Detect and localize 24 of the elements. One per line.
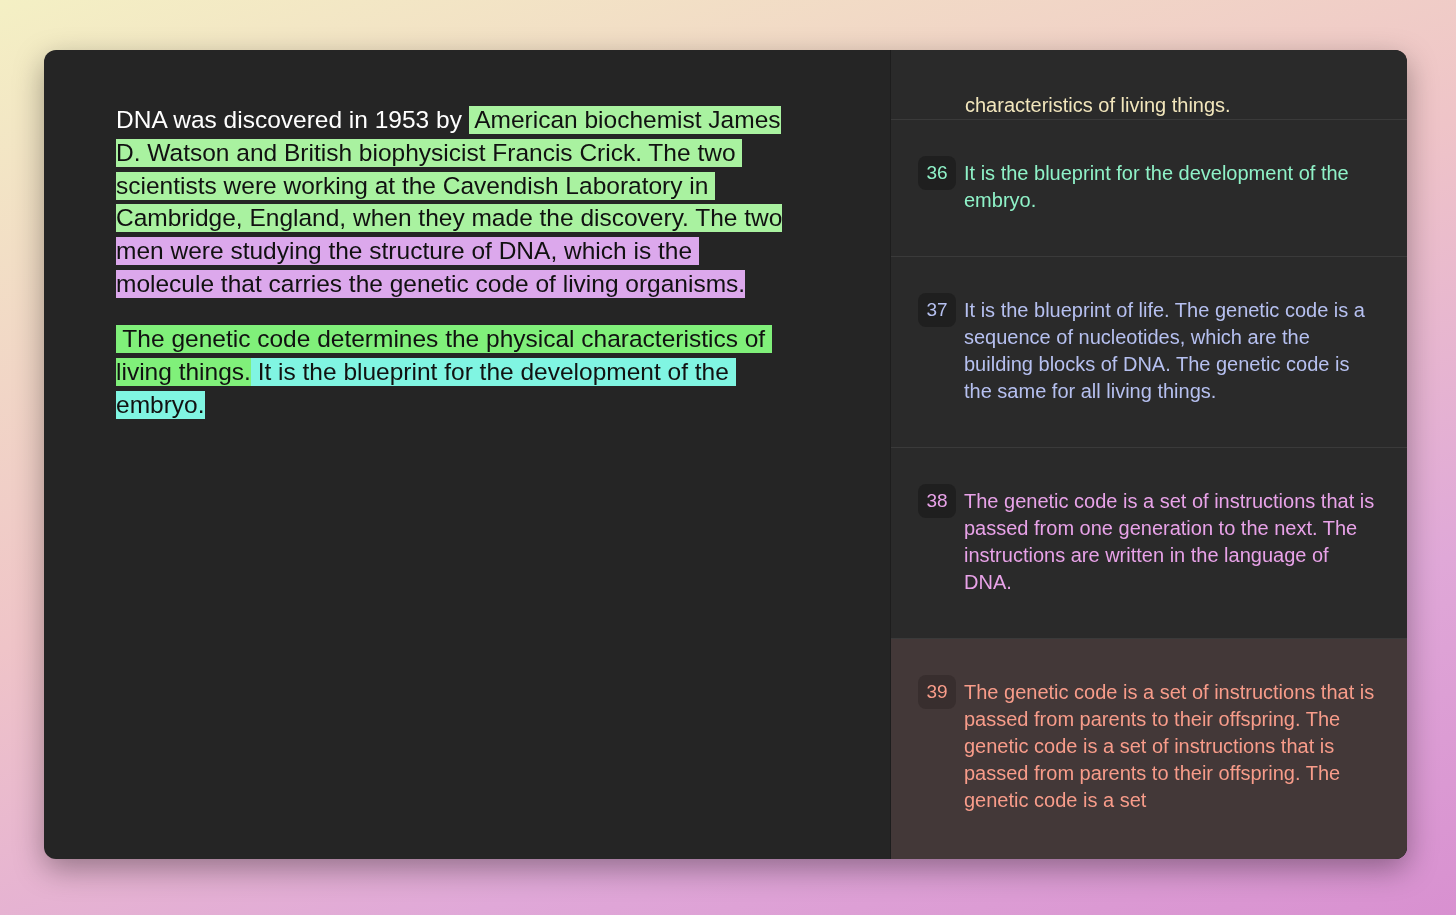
highlighted-text: living things.	[116, 358, 251, 387]
sentence-text: It is the blueprint of life. The genetic code is a sequence of nucleotides, which are the building blocks of DNA. The genetic code is the same for all living things.	[964, 298, 1366, 404]
highlighted-text: men were studying the structure of DNA, which is the	[116, 237, 699, 266]
sentence-item[interactable]: characteristics of living things.	[891, 50, 1407, 120]
sentence-number: 38	[918, 484, 956, 518]
sentence-item[interactable]	[891, 639, 1407, 859]
highlighted-text: American biochemist James	[468, 106, 781, 135]
sentence-item[interactable]: 36 It is the blueprint for the development of the embryo.	[891, 120, 1407, 257]
paragraph-text: DNA was discovered in 1953 by	[116, 106, 463, 135]
highlighted-text: scientists were working at the Cavendish Laboratory in	[116, 171, 716, 200]
sentence-text: It is the blueprint for the development of the embryo.	[964, 161, 1350, 213]
highlighted-text: D. Watson and British biophysicist Francis Crick. The two	[116, 139, 743, 168]
highlighted-text: Cambridge, England, when they made the discovery. The two	[116, 204, 783, 233]
highlighted-text: It is the blueprint for the development of the	[250, 358, 736, 387]
sentence-item[interactable]: 37 It is the blueprint of life. The genetic code is a sequence of nucleotides, which are the building blocks of DNA. The genetic code is the same for all living things.	[891, 257, 1407, 448]
sentence-text: The genetic code is a set of instructions that is passed from one generation to the next. The instructions are written in the language of DNA.	[964, 489, 1376, 595]
sentence-text: The genetic code is a set of instructions that is passed from parents to their offspring. The genetic code is a set of instructions that is passed from parents to their offspring. The genetic code is a set	[964, 680, 1376, 813]
highlighted-text: The genetic code determines the physical characteristics of	[116, 325, 772, 354]
highlighted-text: embryo.	[116, 390, 205, 419]
sentence-text: characteristics of living things.	[965, 93, 1232, 118]
sentence-number: 36	[918, 156, 956, 190]
sentence-number: 39	[918, 675, 956, 709]
highlighted-text: molecule that carries the genetic code of living organisms.	[116, 269, 746, 298]
sentence-number: 37	[918, 293, 956, 327]
